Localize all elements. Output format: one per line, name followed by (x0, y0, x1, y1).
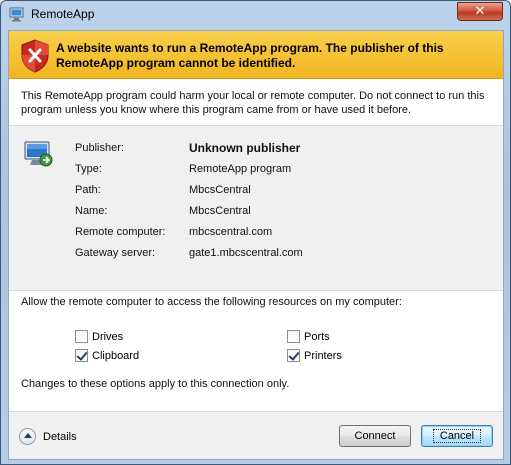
clipboard-label: Clipboard (92, 349, 140, 362)
dialog-footer: Details Connect Cancel (9, 412, 503, 459)
remoteapp-dialog-window: RemoteApp ✕ A website wants to run a Rem… (0, 0, 511, 465)
info-label: Remote computer: (75, 226, 166, 238)
resources-prompt: Allow the remote computer to access the … (21, 296, 402, 308)
clipboard-checkbox[interactable]: Clipboard (75, 348, 139, 363)
info-label: Name: (75, 205, 108, 217)
clipboard-checkbox-box[interactable] (75, 349, 88, 362)
ports-checkbox-box[interactable] (287, 330, 300, 343)
printers-label: Printers (304, 349, 342, 362)
info-label: Gateway server: (75, 247, 156, 259)
close-button[interactable]: ✕ (457, 2, 503, 21)
intro-text: This RemoteApp program could harm your l… (21, 90, 485, 116)
remoteapp-icon (9, 7, 24, 22)
drives-checkbox-box[interactable] (75, 330, 88, 343)
ports-label: Ports (304, 330, 330, 343)
resources-section: Allow the remote computer to access the … (9, 291, 503, 399)
warning-banner: A website wants to run a RemoteApp progr… (9, 31, 503, 79)
details-label[interactable]: Details (43, 431, 77, 443)
shield-error-icon (21, 39, 49, 73)
title-bar[interactable]: RemoteApp ✕ (1, 1, 510, 29)
remote-computer-icon (24, 141, 53, 167)
drives-label: Drives (92, 330, 124, 343)
details-toggle[interactable]: Details (19, 428, 77, 445)
info-label: Type: (75, 163, 102, 175)
cancel-label: Cancel (432, 429, 482, 443)
warning-message: A website wants to run a RemoteApp progr… (56, 41, 444, 70)
type-value: RemoteApp program (189, 163, 292, 175)
gateway-server-value: gate1.mbcscentral.com (189, 247, 303, 259)
info-label: Publisher: (75, 142, 124, 154)
dialog-body: A website wants to run a RemoteApp progr… (8, 30, 504, 460)
printers-checkbox-box[interactable] (287, 349, 300, 362)
name-value: MbcsCentral (189, 205, 251, 217)
publisher-value: Unknown publisher (189, 141, 301, 155)
drives-checkbox[interactable]: Drives (75, 329, 123, 344)
program-info-section: Publisher: Unknown publisher Type: Remot… (9, 126, 503, 290)
remote-computer-value: mbcscentral.com (189, 226, 273, 238)
window-title: RemoteApp (31, 7, 95, 21)
cancel-button[interactable]: Cancel (421, 425, 493, 447)
chevron-up-icon[interactable] (19, 428, 36, 445)
connect-button[interactable]: Connect (339, 425, 411, 447)
path-value: MbcsCentral (189, 184, 251, 196)
printers-checkbox[interactable]: Printers (287, 348, 342, 363)
ports-checkbox[interactable]: Ports (287, 329, 330, 344)
info-label: Path: (75, 184, 101, 196)
resources-note: Changes to these options apply to this c… (21, 378, 290, 390)
